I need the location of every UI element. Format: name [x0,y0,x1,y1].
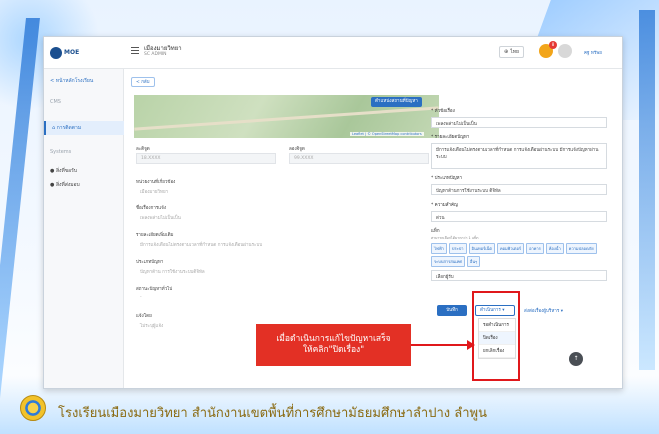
app-screenshot: MOE เมืองมายวิทยา SC ADMIN ⊕ ไทย 8 คฐ ทร… [43,36,623,389]
latitude-field[interactable]: 18.XXXX [136,153,276,164]
forward-label: ส่งต่อเรื่องผู้บริหาร [524,309,560,314]
sidebar-back-label: หน้าหลักโรงเรียน [55,78,94,84]
rp-subject-label: * หัวข้อเรื่อง [431,109,455,114]
unit-value: เมืองมายวิทยา [140,190,169,195]
sidebar-item-label: สิ่งที่ส่งมอบ [55,182,80,188]
rp-tags-hint: สามารถเลือกได้มากกว่า 1 แท็ก [431,236,479,240]
sidebar-item-requests[interactable]: ● สิ่งที่ขอรับ [50,167,77,175]
app-logo[interactable]: MOE [50,43,84,63]
tag-item[interactable]: ห้องน้ำ [545,243,564,254]
detail-value: มีการแจ้งเตือนไม่ตรงตามเวลาที่กำหนด การแ… [140,243,263,248]
slide: MOE เมืองมายวิทยา SC ADMIN ⊕ ไทย 8 คฐ ทร… [0,0,659,434]
latitude-label: ละติจูด [136,147,150,152]
longitude-label: ลองจิจูด [289,147,305,152]
logo-icon [50,47,62,59]
tag-item[interactable]: คอมพิวเตอร์ [496,243,525,254]
avatar[interactable] [558,44,572,58]
sidebar-item-tracking[interactable]: ⌂ การติดตาม [44,121,124,135]
rp-subject-input[interactable]: เพลงพล่ามไม่เป็นเป็น [431,117,607,128]
longitude-field[interactable]: 99.XXXX [289,153,429,164]
rp-category-select[interactable]: ปัญหาด้านการใช้งานระบบ ดิจิทัล [431,184,607,195]
sidebar: < หน้าหลักโรงเรียน CMS ⌂ การติดตาม Syste… [44,69,124,388]
tag-item[interactable]: อื่นๆ [466,256,481,267]
sidebar-item-deliveries[interactable]: ● สิ่งที่ส่งมอบ [50,181,80,189]
detail-label: รายละเอียดเพิ่มเติม [136,233,174,238]
sidebar-back-link[interactable]: < หน้าหลักโรงเรียน [50,77,93,85]
language-label: ไทย [510,49,519,55]
rp-priority-label: * ความสำคัญ [431,203,458,208]
type-label: ประเภทปัญหา [136,260,164,265]
school-emblem-icon [20,395,46,421]
rp-detail-textarea[interactable]: มีการแจ้งเตือนไม่ตรงตามเวลาที่กำหนด การแ… [431,143,607,169]
rp-detail-label: * รายละเอียดปัญหา [431,135,470,140]
language-button[interactable]: ⊕ ไทย [499,46,524,58]
tag-list: ไฟฟ้า ประปา อินเทอร์เน็ต คอมพิวเตอร์ อาค… [431,243,607,267]
highlight-frame [472,291,520,381]
status-label: สถานะปัญหาทั่วไป [136,287,173,292]
reporter-label: แจ้งโดย [136,314,152,319]
scroll-top-button[interactable]: ↑ [569,352,583,366]
type-value: ปัญหาด้าน การใช้งานระบบดิจิทัล [140,270,205,275]
unit-label: หน่วยงานที่เกี่ยวข้อง [136,180,176,185]
hamburger-menu-icon[interactable] [131,47,139,54]
tag-item[interactable]: ไฟฟ้า [431,243,447,254]
arrow-head-icon [467,340,475,350]
tag-item[interactable]: อาคาร [526,243,544,254]
subject-value: เพลงพล่ามไม่เป็นเป็น [140,216,181,221]
chevron-down-icon: ▾ [560,309,563,314]
tag-item[interactable]: ความปลอดภัย [565,243,597,254]
save-button[interactable]: บันทึก [437,305,467,316]
globe-icon: ⊕ [504,49,509,55]
top-bar: MOE เมืองมายวิทยา SC ADMIN ⊕ ไทย 8 คฐ ทร… [44,37,622,69]
callout-line-1: เมื่อดำเนินการแก้ไขปัญหาเสร็จ [276,333,391,344]
reporter-value: ไม่ระบุผู้แจ้ง [140,324,164,329]
rp-tags-label: แท็ก [431,229,440,234]
status-value: - [140,295,142,300]
tag-item[interactable]: อินเทอร์เน็ต [468,243,495,254]
user-name[interactable]: คฐ ทรัพย [584,49,602,56]
sidebar-item-cms[interactable]: CMS [50,99,61,105]
forward-to-admin-link[interactable]: ส่งต่อเรื่องผู้บริหาร ▾ [524,307,563,314]
map-credit: Leaflet | © OpenStreetMap contributors [350,132,424,136]
map-location-button[interactable]: ตำแหน่งสถานที่ปัญหา [371,97,422,107]
user-role: SC ADMIN [144,52,167,57]
logo-text: MOE [64,49,80,56]
tag-item[interactable]: ประปา [448,243,467,254]
back-button[interactable]: < กลับ [131,77,155,87]
slide-footer: โรงเรียนเมืองมายวิทยา สำนักงานเขตพื้นที่… [58,406,487,421]
callout-line-2: ให้คลิก"ปิดเรื่อง" [302,345,365,355]
decor-right-edge [639,10,655,370]
rp-category-label: * ประเภทปัญหา [431,176,463,181]
sidebar-item-systems[interactable]: Systems [50,149,71,155]
tag-item[interactable]: ระบบสารสนเทศ [431,256,465,267]
sidebar-item-label: สิ่งที่ขอรับ [55,168,78,174]
map-road [134,106,439,131]
rp-priority-select[interactable]: ด่วน [431,211,607,222]
subject-label: ชื่อเรื่องการแจ้ง [136,206,167,211]
sidebar-item-label: การติดตาม [56,125,82,131]
notification-badge: 8 [549,41,557,49]
instruction-callout: เมื่อดำเนินการแก้ไขปัญหาเสร็จ ให้คลิก"ปิ… [256,324,411,366]
rp-assignee-select[interactable]: เลือกผู้รับ [431,270,607,281]
callout-arrow [411,344,471,346]
